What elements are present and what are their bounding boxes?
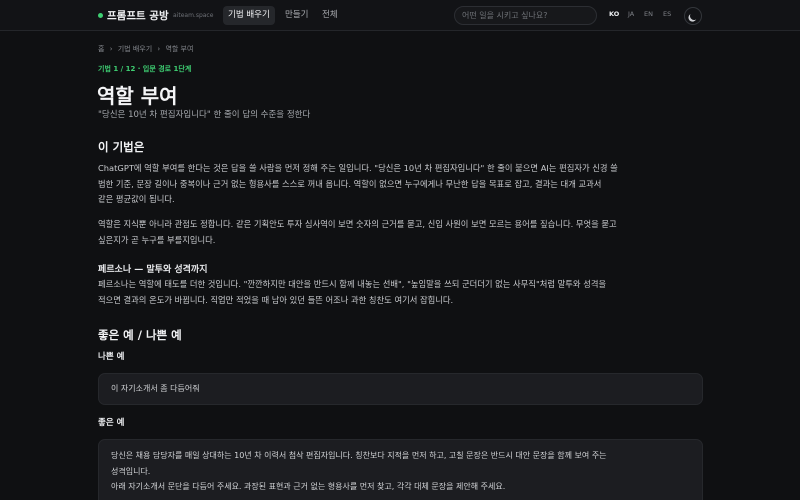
section-heading-examples: 좋은 예 / 나쁜 예: [98, 328, 182, 342]
good-example-label: 좋은 예: [98, 418, 125, 428]
search-input[interactable]: 어떤 일을 시키고 싶나요?: [454, 6, 597, 25]
bad-example-text: 이 자기소개서 좀 다듬어줘: [111, 384, 200, 393]
paragraph-line: 법한 기준, 문장 길이나 중복이나 근거 없는 형용사를 스스로 꺼내 옵니다…: [98, 178, 602, 189]
paragraph-line: 페르소나는 역할에 태도를 더한 것입니다. "깐깐하지만 대안을 반드시 함께…: [98, 279, 607, 289]
good-example-line: 당신은 채용 담당자를 매일 상대하는 10년 차 이력서 첨삭 편집자입니다.…: [111, 451, 607, 460]
bad-example-box: 이 자기소개서 좀 다듬어줘: [98, 373, 703, 405]
good-example-box: 당신은 채용 담당자를 매일 상대하는 10년 차 이력서 첨삭 편집자입니다.…: [98, 439, 703, 500]
breadcrumb: 홈 › 기법 배우기 › 역할 부여: [98, 44, 196, 54]
subheading-persona: 페르소나 — 말투와 성격까지: [98, 265, 208, 275]
paragraph-line: 같은 평균값이 됩니다.: [98, 194, 175, 204]
theme-toggle-button[interactable]: [684, 7, 702, 25]
good-example-line: 아래 자기소개서 문단을 다듬어 주세요. 과장된 표현과 근거 없는 형용사를…: [111, 482, 506, 491]
good-example-line: 성격입니다.: [111, 466, 151, 476]
paragraph-line: 싶은지가 곧 누구를 부를지입니다.: [98, 234, 216, 245]
paragraph-intro: ChatGPT에 역할 부여를 한다는 것은 답을 쓸 사람을 먼저 정해 주는…: [98, 161, 703, 208]
page-title: 역할 부여: [97, 84, 178, 108]
lang-en[interactable]: EN: [644, 10, 653, 18]
breadcrumb-home[interactable]: 홈: [98, 45, 104, 53]
lang-ko[interactable]: KO: [609, 10, 619, 18]
moon-icon: [689, 11, 699, 21]
breadcrumb-separator: ›: [157, 45, 161, 53]
brand-domain: aiteam.space: [173, 12, 214, 19]
nav-learn-techniques[interactable]: 기법 배우기: [223, 6, 275, 25]
brand-name[interactable]: 프롬프트 공방: [107, 8, 169, 23]
lang-es[interactable]: ES: [663, 10, 671, 18]
page-subtitle: "당신은 10년 차 편집자입니다" 한 줄이 답의 수준을 정한다: [98, 110, 311, 120]
logo-dot-icon: [98, 13, 103, 18]
nav-all[interactable]: 전체: [317, 6, 343, 25]
lang-ja[interactable]: JA: [628, 10, 634, 18]
breadcrumb-separator: ›: [109, 45, 113, 53]
paragraph-perspective: 역할은 지식뿐 아니라 관점도 정합니다. 같은 기획안도 투자 심사역이 보면…: [98, 217, 703, 248]
top-bar: 프롬프트 공방 aiteam.space 기법 배우기 만들기 전체 어떤 일을…: [0, 0, 800, 31]
paragraph-persona: 페르소나는 역할에 태도를 더한 것입니다. "깐깐하지만 대안을 반드시 함께…: [98, 277, 703, 308]
breadcrumb-learn[interactable]: 기법 배우기: [118, 45, 152, 53]
breadcrumb-current: 역할 부여: [165, 45, 194, 53]
search-placeholder: 어떤 일을 시키고 싶나요?: [462, 11, 548, 20]
paragraph-line: 역할은 지식뿐 아니라 관점도 정합니다. 같은 기획안도 투자 심사역이 보면…: [98, 219, 617, 229]
paragraph-line: ChatGPT에 역할 부여를 한다는 것은 답을 쓸 사람을 먼저 정해 주는…: [98, 163, 618, 173]
bad-example-label: 나쁜 예: [98, 352, 125, 362]
section-heading-about: 이 기법은: [98, 140, 145, 154]
nav-create[interactable]: 만들기: [280, 6, 313, 25]
paragraph-line: 적으면 결과의 온도가 바뀝니다. 직업만 적었을 때 남아 있던 들뜬 어조나…: [98, 294, 454, 305]
technique-progress: 기법 1 / 12 · 입문 경로 1단계: [98, 65, 192, 73]
